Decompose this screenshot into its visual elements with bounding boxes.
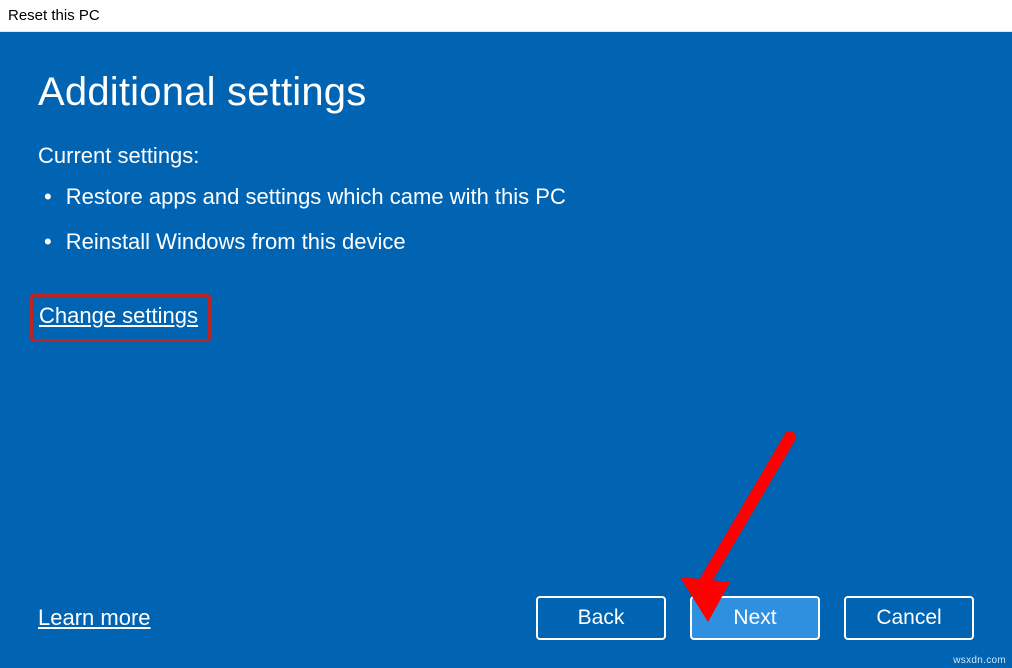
- list-item: Restore apps and settings which came wit…: [42, 183, 974, 212]
- list-item-text: Reinstall Windows from this device: [66, 228, 406, 257]
- settings-list: Restore apps and settings which came wit…: [42, 183, 974, 272]
- cancel-button[interactable]: Cancel: [844, 596, 974, 640]
- dialog-footer: Learn more Back Next Cancel: [38, 596, 974, 640]
- change-settings-link[interactable]: Change settings: [39, 303, 198, 329]
- list-item: Reinstall Windows from this device: [42, 228, 974, 257]
- window-title: Reset this PC: [8, 7, 100, 24]
- learn-more-link[interactable]: Learn more: [38, 605, 151, 631]
- next-button[interactable]: Next: [690, 596, 820, 640]
- highlight-box: Change settings: [30, 294, 211, 342]
- button-row: Back Next Cancel: [536, 596, 974, 640]
- dialog-panel: Additional settings Current settings: Re…: [0, 32, 1012, 668]
- list-item-text: Restore apps and settings which came wit…: [66, 183, 566, 212]
- watermark: wsxdn.com: [953, 655, 1006, 666]
- back-button[interactable]: Back: [536, 596, 666, 640]
- current-settings-label: Current settings:: [38, 143, 974, 169]
- page-heading: Additional settings: [38, 70, 974, 115]
- titlebar: Reset this PC: [0, 0, 1012, 32]
